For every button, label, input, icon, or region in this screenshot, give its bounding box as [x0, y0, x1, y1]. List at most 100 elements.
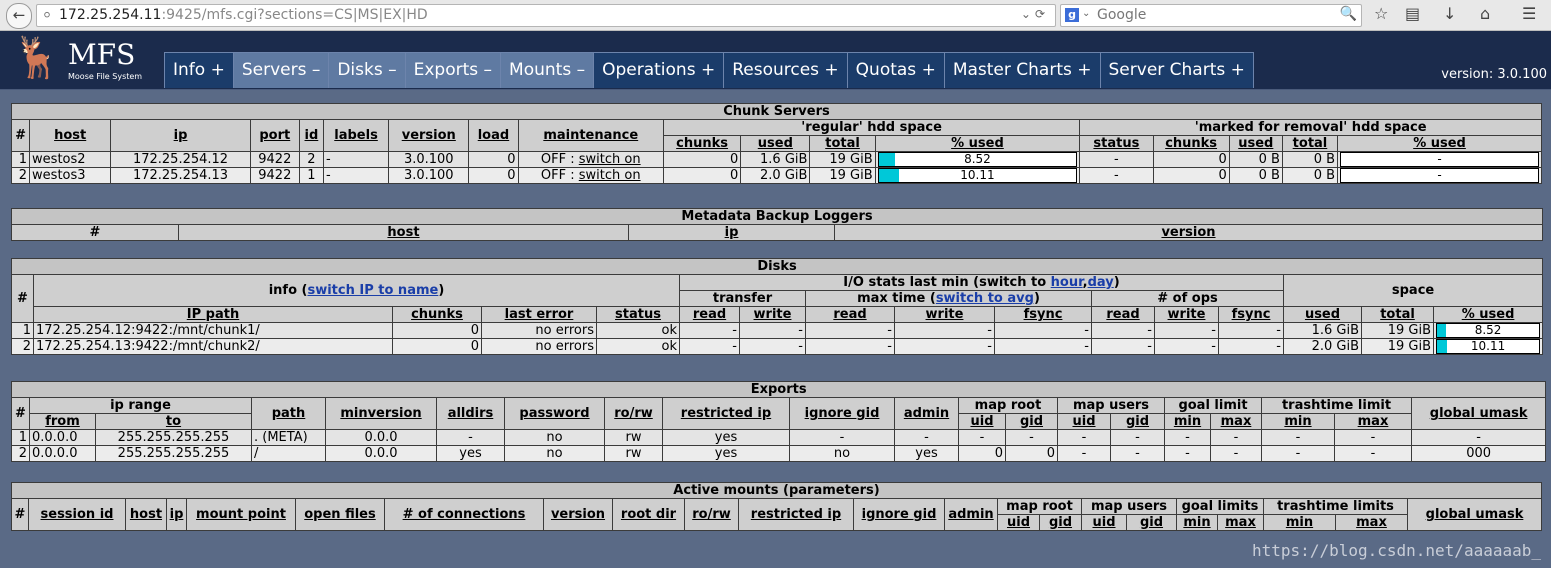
- col-mount-point[interactable]: mount point: [186, 498, 296, 531]
- search-bar[interactable]: g ⌄ Google 🔍: [1060, 4, 1362, 27]
- col-port[interactable]: port: [249, 119, 300, 152]
- switch-on-link[interactable]: switch on: [579, 153, 641, 167]
- menu-icon[interactable]: ☰: [1522, 4, 1536, 23]
- col-version[interactable]: version: [543, 498, 613, 531]
- col-host[interactable]: host: [178, 224, 629, 241]
- address-bar[interactable]: ⚪ 172.25.254.11:9425/mfs.cgi?sections=CS…: [36, 4, 1056, 27]
- col-map-root-gid[interactable]: gid: [1039, 514, 1082, 531]
- col-map-root-gid[interactable]: gid: [1005, 413, 1058, 430]
- col-root-dir[interactable]: root dir: [612, 498, 685, 531]
- col-ip[interactable]: ip: [110, 119, 251, 152]
- col-ignore-gid[interactable]: ignore gid: [789, 397, 895, 430]
- tab-operations[interactable]: Operations +: [593, 52, 725, 88]
- col-host[interactable]: host: [125, 498, 167, 531]
- col-time-read[interactable]: read: [805, 306, 895, 323]
- col-labels[interactable]: labels: [322, 119, 390, 152]
- col-map-users-uid[interactable]: uid: [1081, 514, 1127, 531]
- col-used[interactable]: used: [740, 135, 811, 152]
- tab-info[interactable]: Info +: [164, 52, 234, 88]
- col-chunks[interactable]: chunks: [392, 306, 482, 323]
- chevron-down-icon[interactable]: ⌄: [1082, 8, 1090, 19]
- col-r-pct-used[interactable]: % used: [1337, 135, 1542, 152]
- col-goal-max[interactable]: max: [1217, 514, 1264, 531]
- col-transfer-write[interactable]: write: [739, 306, 806, 323]
- col-ip[interactable]: ip: [166, 498, 187, 531]
- col-admin[interactable]: admin: [944, 498, 998, 531]
- col-status[interactable]: status: [596, 306, 680, 323]
- col-restricted-ip[interactable]: restricted ip: [662, 397, 790, 430]
- col-pct-used[interactable]: % used: [874, 135, 1081, 152]
- bookmark-star-icon[interactable]: ☆: [1374, 4, 1388, 23]
- col-time-fsync[interactable]: fsync: [994, 306, 1092, 323]
- col-map-root-uid[interactable]: uid: [997, 514, 1040, 531]
- col-ops-read[interactable]: read: [1091, 306, 1155, 323]
- col-r-status[interactable]: status: [1079, 135, 1154, 152]
- col-goal-min[interactable]: min: [1176, 514, 1218, 531]
- col-trash-min[interactable]: min: [1261, 413, 1335, 430]
- col-global-umask[interactable]: global umask: [1410, 397, 1547, 430]
- col-chunks[interactable]: chunks: [662, 135, 742, 152]
- search-icon[interactable]: 🔍: [1340, 6, 1357, 22]
- clipboard-icon[interactable]: ▤: [1405, 4, 1420, 23]
- tab-resources[interactable]: Resources +: [723, 52, 848, 88]
- col-r-total[interactable]: total: [1281, 135, 1339, 152]
- col-ops-fsync[interactable]: fsync: [1218, 306, 1284, 323]
- tab-mounts[interactable]: Mounts –: [500, 52, 595, 88]
- switch-to-avg-link[interactable]: switch to avg: [936, 292, 1034, 306]
- col-version[interactable]: version: [834, 224, 1543, 241]
- col-map-root-uid[interactable]: uid: [958, 413, 1006, 430]
- col-open-files[interactable]: open files: [295, 498, 385, 531]
- reload-icon[interactable]: ⌄⟳: [1021, 7, 1049, 21]
- col-path[interactable]: path: [251, 397, 326, 430]
- col-trash-max[interactable]: max: [1335, 514, 1408, 531]
- col-trash-min[interactable]: min: [1263, 514, 1336, 531]
- hour-link[interactable]: hour: [1051, 276, 1083, 290]
- col-version[interactable]: version: [388, 119, 470, 152]
- col-total[interactable]: total: [1361, 306, 1434, 323]
- col-ignore-gid[interactable]: ignore gid: [853, 498, 945, 531]
- col-id[interactable]: id: [298, 119, 324, 152]
- col-rorw[interactable]: ro/rw: [604, 397, 663, 430]
- col-host[interactable]: host: [29, 119, 112, 152]
- tab-quotas[interactable]: Quotas +: [846, 52, 945, 88]
- tab-master-charts[interactable]: Master Charts +: [943, 52, 1101, 88]
- col-alldirs[interactable]: alldirs: [436, 397, 505, 430]
- col-connections[interactable]: # of connections: [384, 498, 544, 531]
- col-pct-used[interactable]: % used: [1432, 306, 1544, 323]
- col-maintenance[interactable]: maintenance: [517, 119, 664, 152]
- col-admin[interactable]: admin: [894, 397, 959, 430]
- col-r-chunks[interactable]: chunks: [1152, 135, 1230, 152]
- switch-on-link[interactable]: switch on: [579, 169, 641, 183]
- col-restricted-ip[interactable]: restricted ip: [738, 498, 854, 531]
- col-from[interactable]: from: [29, 413, 96, 430]
- col-last-error[interactable]: last error: [481, 306, 597, 323]
- col-transfer-read[interactable]: read: [679, 306, 740, 323]
- tab-server-charts[interactable]: Server Charts +: [1099, 52, 1254, 88]
- col-map-users-gid[interactable]: gid: [1110, 413, 1165, 430]
- col-map-users-uid[interactable]: uid: [1057, 413, 1111, 430]
- col-global-umask[interactable]: global umask: [1406, 498, 1543, 531]
- tab-servers[interactable]: Servers –: [232, 52, 330, 88]
- col-r-used[interactable]: used: [1228, 135, 1283, 152]
- back-arrow-icon[interactable]: ←: [6, 3, 32, 29]
- col-rorw[interactable]: ro/rw: [684, 498, 739, 531]
- col-total[interactable]: total: [809, 135, 876, 152]
- col-used[interactable]: used: [1283, 306, 1362, 323]
- download-icon[interactable]: ↓: [1443, 4, 1456, 23]
- col-password[interactable]: password: [504, 397, 605, 430]
- tab-exports[interactable]: Exports –: [404, 52, 502, 88]
- tab-disks[interactable]: Disks –: [328, 52, 406, 88]
- col-session-id[interactable]: session id: [28, 498, 126, 531]
- google-icon[interactable]: g: [1065, 8, 1079, 22]
- switch-ip-to-name-link[interactable]: switch IP to name: [307, 283, 438, 298]
- col-trash-max[interactable]: max: [1334, 413, 1412, 430]
- col-load[interactable]: load: [468, 119, 519, 152]
- day-link[interactable]: day: [1088, 276, 1114, 290]
- col-goal-max[interactable]: max: [1210, 413, 1262, 430]
- home-icon[interactable]: ⌂: [1480, 4, 1490, 23]
- col-goal-min[interactable]: min: [1164, 413, 1211, 430]
- col-ops-write[interactable]: write: [1154, 306, 1219, 323]
- col-ip-path[interactable]: IP path: [33, 306, 393, 323]
- col-to[interactable]: to: [95, 413, 252, 430]
- col-ip[interactable]: ip: [628, 224, 835, 241]
